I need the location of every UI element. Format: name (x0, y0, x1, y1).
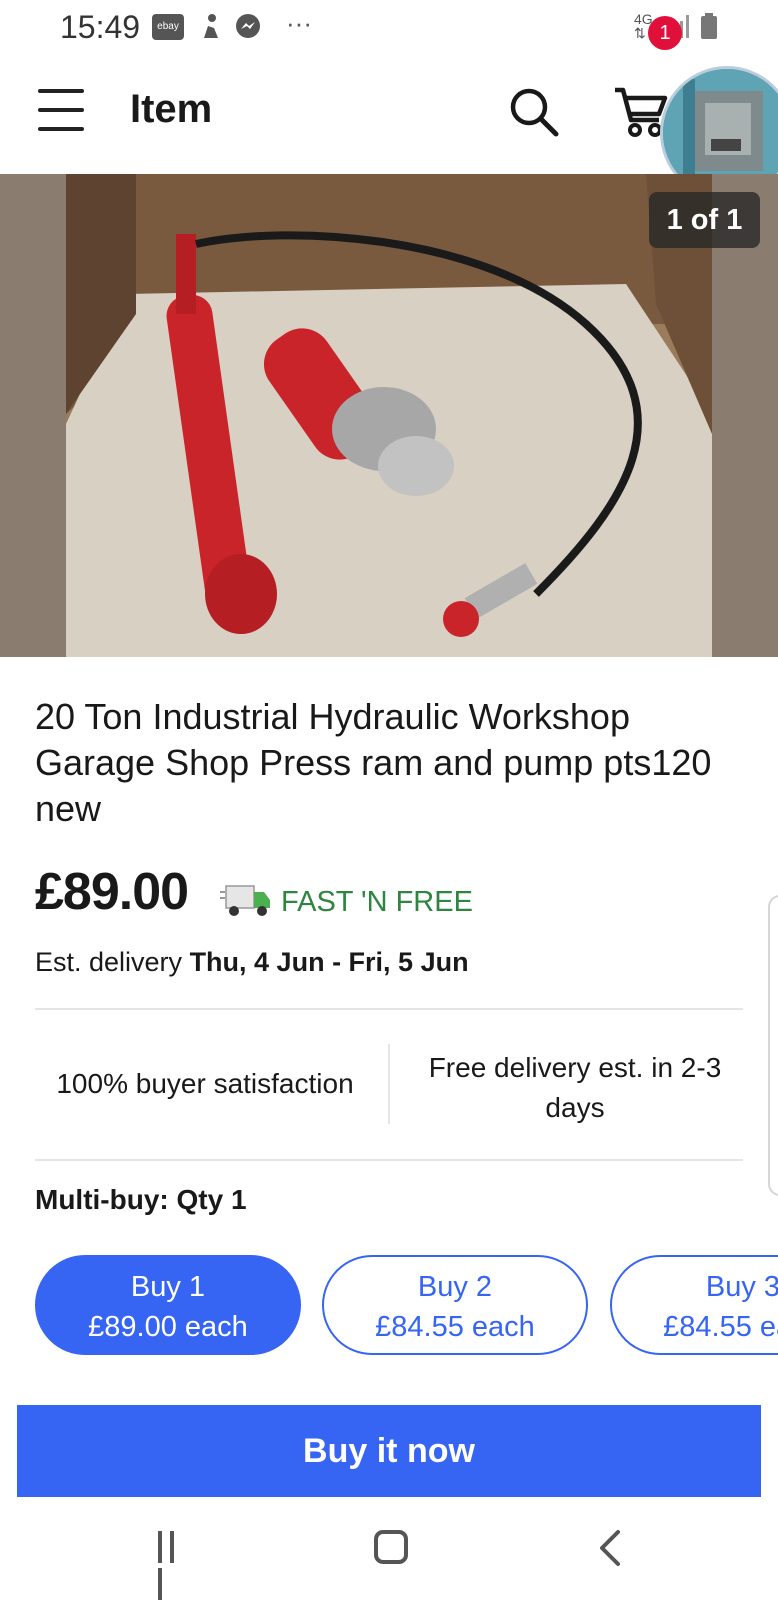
side-panel-handle[interactable] (768, 895, 778, 1196)
buyer-satisfaction: 100% buyer satisfaction (56, 1068, 354, 1099)
back-icon[interactable] (598, 1528, 622, 1568)
image-counter: 1 of 1 (649, 192, 760, 248)
messenger-icon (236, 14, 260, 38)
home-icon[interactable] (374, 1530, 408, 1564)
fitness-icon (204, 14, 218, 38)
delivery-dates: Thu, 4 Jun - Fri, 5 Jun (189, 947, 469, 977)
status-time: 15:49 (60, 9, 141, 45)
divider (35, 1159, 743, 1161)
menu-icon[interactable] (38, 89, 84, 133)
option-price: £89.00 each (88, 1311, 248, 1343)
option-quantity: Buy 2 (417, 1271, 493, 1303)
page-title: Item (130, 87, 213, 131)
buy-it-now-button[interactable]: Buy it now (17, 1405, 761, 1497)
buy-3-option[interactable]: Buy 3 £84.55 each (610, 1255, 778, 1355)
search-icon[interactable] (508, 86, 560, 138)
stats-divider (388, 1044, 390, 1124)
ebay-app-icon: ebay (152, 14, 184, 40)
cart-count-badge: 1 (648, 16, 682, 50)
item-title: 20 Ton Industrial Hydraulic Workshop Gar… (35, 696, 712, 829)
more-dots-icon: ··· (286, 8, 312, 38)
delivery-prefix: Est. delivery (35, 947, 190, 977)
free-delivery-estimate: Free delivery est. in 2-3 days (428, 1052, 722, 1123)
delivery-truck-icon (220, 885, 270, 916)
buy-3-option-clip: Buy 3 £84.55 each (610, 1255, 778, 1355)
product-photo (66, 174, 712, 657)
recent-apps-icon[interactable] (158, 1531, 192, 1600)
divider (35, 1008, 743, 1010)
option-quantity: Buy 1 (130, 1271, 206, 1303)
item-price: £89.00 (35, 863, 189, 921)
option-price: £84.55 each (375, 1311, 535, 1343)
buy-2-option[interactable]: Buy 2 £84.55 each (322, 1255, 588, 1355)
option-quantity: Buy 3 (705, 1271, 778, 1303)
app-header: Item (0, 52, 778, 175)
battery-icon (701, 13, 717, 39)
option-price: £84.55 each (663, 1311, 778, 1343)
estimated-delivery: Est. delivery Thu, 4 Jun - Fri, 5 Jun (35, 947, 469, 978)
multibuy-label: Multi-buy: Qty 1 (35, 1184, 247, 1215)
system-nav-bar (0, 1497, 778, 1600)
fast-n-free-badge: FAST 'N FREE (281, 886, 473, 918)
buy-1-option[interactable]: Buy 1 £89.00 each (35, 1255, 301, 1355)
